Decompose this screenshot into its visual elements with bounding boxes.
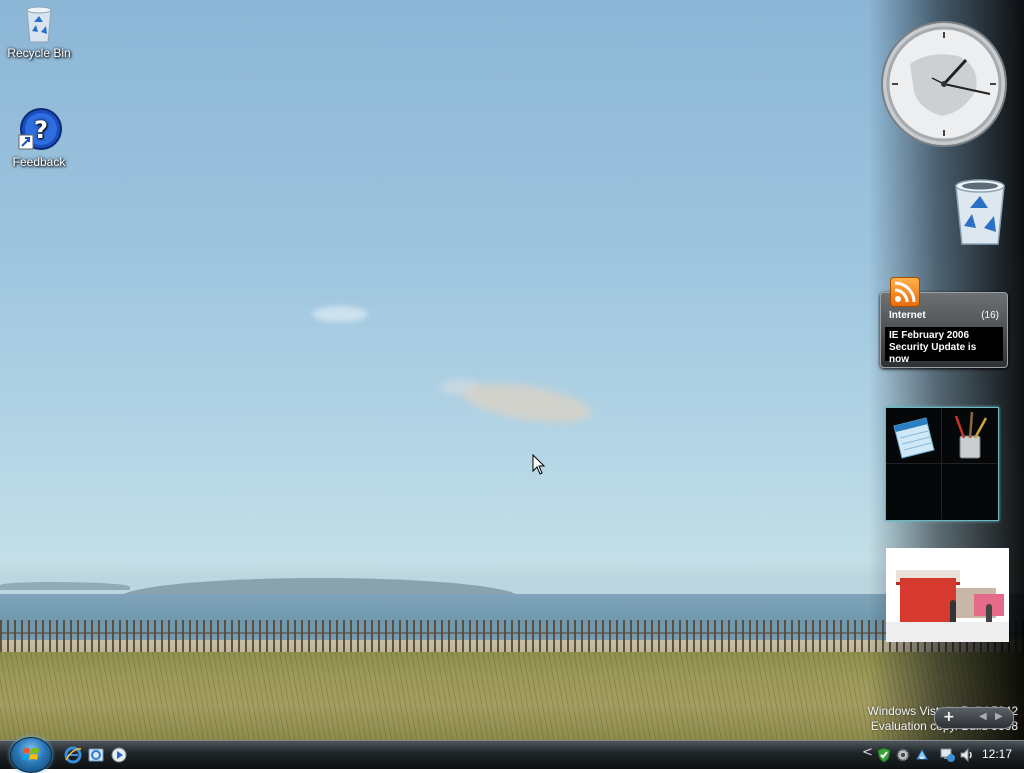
photo-booth (900, 578, 956, 622)
clock-gadget[interactable] (880, 20, 1008, 148)
recycle-bin-gadget[interactable] (948, 176, 1012, 248)
sidebar-controls: + ◀ ▶ (934, 707, 1014, 729)
photo-person (986, 604, 992, 622)
rss-icon (890, 277, 920, 307)
desktop-icon-label: Recycle Bin (7, 46, 71, 60)
desktop-icon-feedback[interactable]: ? Feedback (1, 107, 77, 169)
feed-title: Internet (889, 310, 926, 321)
cloud (312, 306, 368, 322)
recycle-bin-icon (955, 179, 1005, 245)
tile-empty (886, 464, 942, 519)
paintbrush-cup-icon (954, 411, 988, 459)
tile-notepad[interactable] (886, 408, 942, 464)
notification-area: < 12:17 (860, 741, 1024, 769)
photo-ground (886, 622, 1009, 642)
taskbar: < 12:17 (0, 737, 1024, 773)
help-shortcut-icon: ? (16, 107, 62, 153)
mouse-pointer-icon (532, 454, 546, 475)
feed-headline[interactable]: IE February 2006 Security Update is now (885, 327, 1003, 365)
sync-tray-icon[interactable] (914, 747, 930, 763)
next-page-icon[interactable]: ▶ (995, 711, 1003, 722)
cloud (460, 376, 594, 430)
internet-explorer-icon[interactable] (64, 746, 82, 764)
previous-page-icon[interactable]: ◀ (979, 711, 987, 722)
feed-header: Internet (16) (885, 307, 1003, 323)
clock-face-icon (881, 21, 1007, 147)
windows-logo-icon (22, 748, 39, 760)
media-player-icon[interactable] (110, 746, 128, 764)
add-gadget-icon[interactable]: + (943, 709, 955, 725)
desktop-icon-label: Feedback (12, 155, 66, 169)
distant-hills (0, 582, 130, 590)
network-tray-icon[interactable] (940, 747, 956, 763)
tile-paint[interactable] (942, 408, 997, 464)
update-gear-icon[interactable] (895, 747, 911, 763)
svg-text:?: ? (34, 116, 48, 144)
feed-headline-line: IE February 2006 (889, 330, 970, 341)
notepad-icon (893, 417, 935, 459)
photo-person (950, 600, 956, 622)
security-shield-icon[interactable] (876, 747, 892, 763)
feed-headline-line: Security Update is now (889, 342, 977, 365)
feed-count: (16) (981, 310, 999, 321)
feed-headlines-gadget[interactable]: Internet (16) IE February 2006 Security … (880, 277, 1008, 368)
recycle-bin-icon (24, 4, 54, 44)
tiles-gadget[interactable] (885, 407, 999, 521)
taskbar-clock[interactable]: 12:17 (982, 747, 1012, 761)
slideshow-gadget[interactable] (886, 548, 1009, 642)
speaker-icon[interactable] (959, 747, 975, 763)
show-desktop-icon[interactable] (87, 746, 105, 764)
tray-expand-icon[interactable]: < (862, 745, 873, 760)
desktop-icon-recycle-bin[interactable]: Recycle Bin (1, 4, 77, 60)
